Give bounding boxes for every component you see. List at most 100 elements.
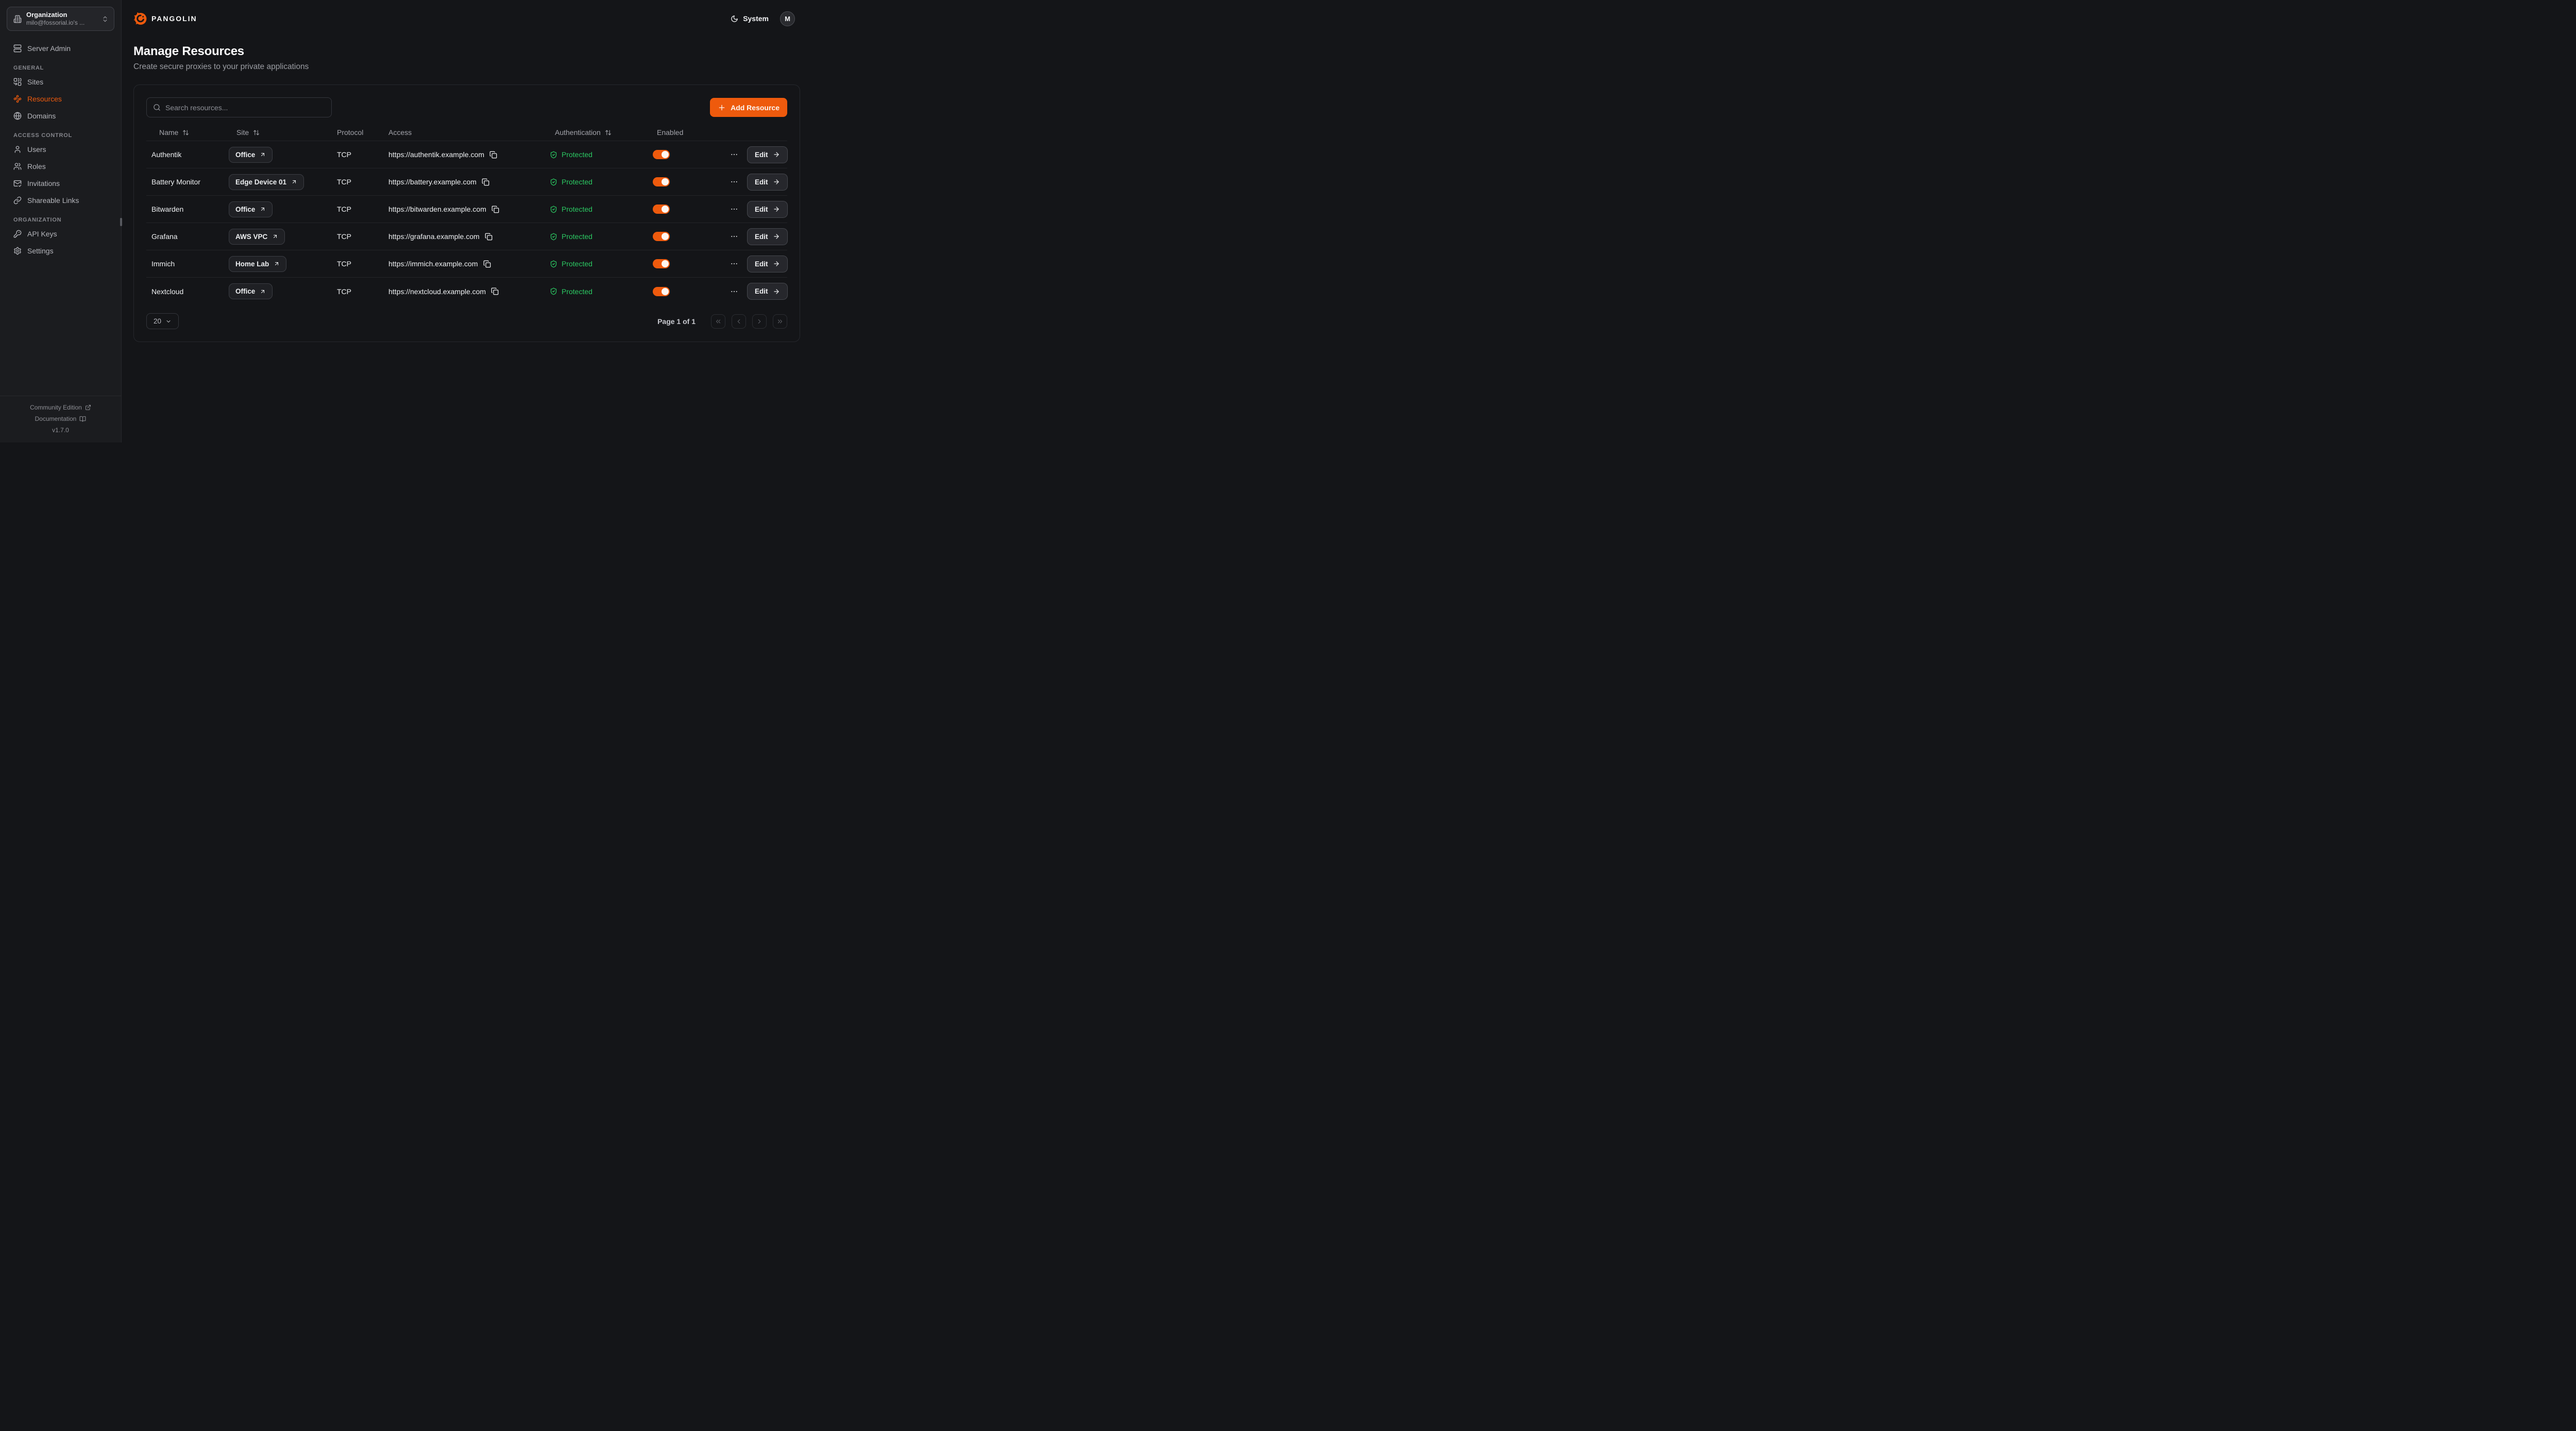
sidebar-item-label: Sites bbox=[27, 78, 43, 86]
combine-icon bbox=[13, 78, 22, 86]
sidebar-item-server-admin[interactable]: Server Admin bbox=[0, 40, 121, 57]
ellipsis-icon bbox=[730, 205, 738, 213]
brand-logo[interactable]: PANGOLIN bbox=[133, 12, 197, 26]
arrow-up-right-icon bbox=[260, 288, 266, 295]
copy-button[interactable] bbox=[492, 206, 499, 213]
sidebar-item-shareable-links[interactable]: Shareable Links bbox=[0, 192, 121, 209]
sidebar-item-label: Settings bbox=[27, 247, 54, 255]
sidebar-item-label: Roles bbox=[27, 162, 46, 171]
ellipsis-icon bbox=[730, 150, 738, 159]
table-header: Name Site Protocol Access Authentication… bbox=[146, 124, 787, 141]
last-page-button[interactable] bbox=[773, 314, 787, 329]
site-link[interactable]: Edge Device 01 bbox=[229, 174, 304, 190]
next-page-button[interactable] bbox=[752, 314, 767, 329]
enabled-toggle[interactable] bbox=[653, 205, 670, 214]
row-menu-button[interactable] bbox=[730, 178, 738, 186]
copy-button[interactable] bbox=[489, 151, 497, 159]
page-header: Manage Resources Create secure proxies t… bbox=[122, 37, 808, 72]
copy-button[interactable] bbox=[491, 287, 499, 295]
sidebar-item-resources[interactable]: Resources bbox=[0, 90, 121, 107]
sidebar-item-settings[interactable]: Settings bbox=[0, 242, 121, 259]
server-icon bbox=[13, 44, 22, 53]
sort-icon bbox=[605, 129, 612, 136]
column-header-authentication[interactable]: Authentication bbox=[550, 128, 653, 137]
sidebar-item-label: Users bbox=[27, 145, 46, 154]
copy-button[interactable] bbox=[485, 233, 493, 241]
edit-button[interactable]: Edit bbox=[747, 228, 788, 245]
row-menu-button[interactable] bbox=[730, 205, 738, 213]
moon-icon bbox=[731, 15, 738, 23]
toolbar: Add Resource bbox=[146, 97, 787, 117]
mail-check-icon bbox=[13, 179, 22, 188]
avatar[interactable]: M bbox=[780, 11, 795, 26]
edit-button[interactable]: Edit bbox=[747, 146, 788, 163]
row-menu-button[interactable] bbox=[730, 150, 738, 159]
sidebar-item-label: Resources bbox=[27, 95, 62, 103]
table-row: Grafana AWS VPC TCP https://grafana.exam… bbox=[146, 223, 787, 250]
row-menu-button[interactable] bbox=[730, 287, 738, 296]
community-edition-link[interactable]: Community Edition bbox=[0, 402, 121, 413]
protocol: TCP bbox=[337, 205, 388, 213]
theme-toggle-button[interactable]: System bbox=[731, 14, 769, 23]
enabled-toggle[interactable] bbox=[653, 259, 670, 268]
copy-button[interactable] bbox=[482, 178, 489, 186]
ellipsis-icon bbox=[730, 232, 738, 241]
add-resource-button[interactable]: Add Resource bbox=[710, 98, 787, 117]
copy-button[interactable] bbox=[483, 260, 491, 268]
access-url: https://immich.example.com bbox=[388, 260, 478, 268]
auth-status: Protected bbox=[550, 178, 653, 186]
edit-button[interactable]: Edit bbox=[747, 201, 788, 218]
edit-button[interactable]: Edit bbox=[747, 174, 788, 191]
table-row: Authentik Office TCP https://authentik.e… bbox=[146, 141, 787, 168]
sidebar-item-domains[interactable]: Domains bbox=[0, 107, 121, 124]
shield-check-icon bbox=[550, 233, 557, 241]
enabled-toggle[interactable] bbox=[653, 177, 670, 186]
copy-icon bbox=[491, 287, 499, 295]
page-subtitle: Create secure proxies to your private ap… bbox=[133, 62, 795, 72]
row-menu-button[interactable] bbox=[730, 260, 738, 268]
arrow-right-icon bbox=[773, 288, 780, 295]
column-header-name[interactable]: Name bbox=[146, 128, 229, 137]
edit-button[interactable]: Edit bbox=[747, 283, 788, 300]
sidebar-item-users[interactable]: Users bbox=[0, 141, 121, 158]
enabled-toggle[interactable] bbox=[653, 287, 670, 296]
search-input[interactable] bbox=[165, 104, 325, 112]
sidebar-resize-handle[interactable] bbox=[120, 218, 122, 226]
resource-name: Immich bbox=[146, 260, 229, 268]
top-bar: PANGOLIN System M bbox=[122, 0, 808, 37]
waypoints-icon bbox=[13, 95, 22, 103]
auth-status: Protected bbox=[550, 205, 653, 213]
access-url: https://bitwarden.example.com bbox=[388, 205, 486, 213]
sidebar-item-api-keys[interactable]: API Keys bbox=[0, 225, 121, 242]
documentation-link[interactable]: Documentation bbox=[0, 413, 121, 424]
column-header-site[interactable]: Site bbox=[229, 128, 337, 137]
arrow-right-icon bbox=[773, 206, 780, 213]
table-row: Immich Home Lab TCP https://immich.examp… bbox=[146, 250, 787, 278]
arrow-up-right-icon bbox=[260, 151, 266, 158]
copy-icon bbox=[492, 206, 499, 213]
site-link[interactable]: Office bbox=[229, 201, 273, 217]
copy-icon bbox=[483, 260, 491, 268]
edit-button[interactable]: Edit bbox=[747, 255, 788, 272]
table-row: Nextcloud Office TCP https://nextcloud.e… bbox=[146, 278, 787, 305]
arrow-right-icon bbox=[773, 178, 780, 185]
enabled-toggle[interactable] bbox=[653, 232, 670, 241]
page-size-select[interactable]: 20 bbox=[146, 313, 179, 329]
site-link[interactable]: Home Lab bbox=[229, 256, 286, 272]
site-link[interactable]: Office bbox=[229, 283, 273, 299]
arrow-up-right-icon bbox=[274, 261, 280, 267]
first-page-button[interactable] bbox=[711, 314, 725, 329]
site-link[interactable]: Office bbox=[229, 147, 273, 163]
enabled-toggle[interactable] bbox=[653, 150, 670, 159]
site-link[interactable]: AWS VPC bbox=[229, 229, 285, 245]
user-icon bbox=[13, 145, 22, 154]
row-menu-button[interactable] bbox=[730, 232, 738, 241]
org-selector[interactable]: Organization milo@fossorial.io's ... bbox=[7, 7, 114, 31]
sidebar-item-invitations[interactable]: Invitations bbox=[0, 175, 121, 192]
sidebar-footer: Community Edition Documentation v1.7.0 bbox=[0, 396, 121, 442]
ellipsis-icon bbox=[730, 287, 738, 296]
sidebar-item-roles[interactable]: Roles bbox=[0, 158, 121, 175]
prev-page-button[interactable] bbox=[732, 314, 746, 329]
sidebar-item-sites[interactable]: Sites bbox=[0, 73, 121, 90]
arrow-up-right-icon bbox=[272, 233, 278, 240]
